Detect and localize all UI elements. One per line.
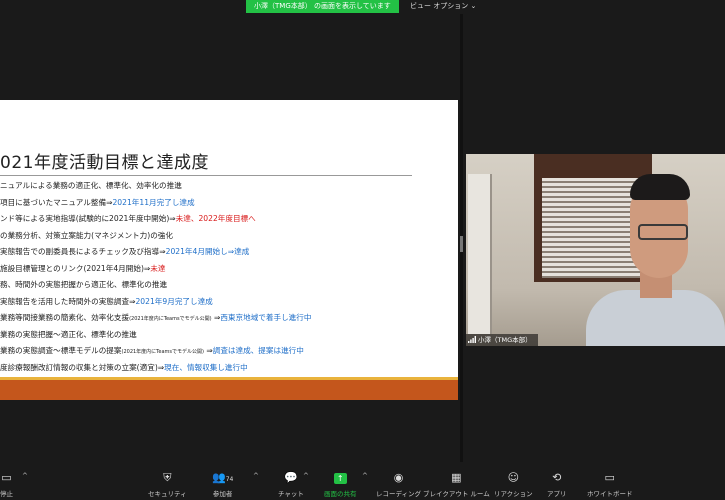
chat-button[interactable]: 💬 チャット [278,471,304,499]
meeting-toolbar: ▭ 停止 ^ ⛨ セキュリティ 👥74 参加者 ^ 💬 チャット ^ ↑ 画面の… [0,462,725,500]
participants-label: 参加者 [212,490,233,498]
participants-count: 74 [225,476,234,483]
slide-line-segment: 西東京地域で着手し進行中 [220,313,312,322]
breakout-rooms-button[interactable]: ▦ ブレイクアウト ルーム [423,471,490,499]
slide-line-segment: 2021年9月完了し達成 [135,296,213,306]
participants-options-chevron-icon[interactable]: ^ [253,472,259,480]
slide-title: 021年度活動目標と達成度 [0,153,209,173]
slide-line-segment: (2021年度内にTeamsでモデル公開) [129,316,212,322]
slide-line-segment: ⇒ [203,346,213,355]
meeting-top-bar: 小澤（TMG本部） の画面を表示しています ビュー オプション ⌄ [0,0,725,14]
participant-video-tile[interactable]: 小澤（TMG本部） [466,154,725,346]
slide-line: 実態報告を活用した時間外の実態調査⇒2021年9月完了し達成 [0,294,450,311]
slide-line-segment: 2021年4月開始し⇒達成 [165,247,250,256]
slide-line-segment: の業務分析、対策立案能力(マネジメント力)の強化 [0,230,173,240]
stop-video-label: 停止 [0,490,13,498]
slide-line-segment: 務、時間外の実態把握から適正化、標準化の推進 [0,280,168,289]
record-label: レコーディング [376,490,422,498]
smiley-icon: ☺ [507,471,520,484]
chat-options-chevron-icon[interactable]: ^ [303,472,309,480]
breakout-rooms-icon: ▦ [451,471,462,484]
participant-name-text: 小澤（TMG本部） [478,336,532,344]
share-options-chevron-icon[interactable]: ^ [362,472,368,480]
whiteboard-icon: ▭ [604,471,615,484]
video-participant-figure [586,172,725,346]
view-options-button[interactable]: ビュー オプション ⌄ [410,0,476,13]
video-options-chevron-icon[interactable]: ^ [22,472,28,480]
signal-strength-icon [468,336,476,343]
slide-line-segment: 業務の実態調査～標準モデルの提案 [0,346,122,355]
share-screen-label: 画面の共有 [324,490,357,498]
screen-share-banner: 小澤（TMG本部） の画面を表示しています [246,0,399,13]
participants-button[interactable]: 👥74 参加者 [212,471,234,499]
slide-line-segment: ニュアルによる業務の適正化、標準化、効率化の推進 [0,181,182,190]
shared-screen-slide: 021年度活動目標と達成度 ニュアルによる業務の適正化、標準化、効率化の推進 項目… [0,100,458,400]
video-door [468,174,492,334]
slide-line-segment: 度診療報酬改訂情報の収集と対策の立案(適宜)⇒ [0,362,165,372]
slide-line: 度診療報酬改訂情報の収集と対策の立案(適宜)⇒現在、情報収集し進行中 [0,360,450,377]
security-label: セキュリティ [148,490,187,498]
slide-line: 施設目標管理とのリンク(2021年4月開始)⇒未達 [0,261,450,278]
slide-line: 項目に基づいたマニュアル整備⇒2021年11月完了し達成 [0,195,450,212]
chat-label: チャット [278,490,304,498]
share-screen-icon: ↑ [324,472,357,485]
slide-line: 業務の実態調査～標準モデルの提案(2021年度内にTeamsでモデル公開) ⇒調… [0,343,450,360]
security-button[interactable]: ⛨ セキュリティ [148,471,187,499]
apps-label: アプリ [547,490,567,498]
slide-line-segment: 業務等間接業務の簡素化、効率化支援 [0,313,130,322]
record-icon: ◉ [393,471,404,484]
slide-line: ニュアルによる業務の適正化、標準化、効率化の推進 [0,178,450,195]
slide-line-segment: 実態報告を活用した時間外の実態調査⇒ [0,296,136,306]
slide-line-segment: ンド等による実地指導(試験的に2021年度中開始)⇒ [0,214,176,223]
video-camera-icon: ▭ [1,471,12,484]
chat-bubble-icon: 💬 [284,471,298,484]
stop-video-button[interactable]: ▭ 停止 [0,471,13,499]
participants-icon: 👥74 [212,471,234,484]
participant-name-label: 小澤（TMG本部） [466,334,538,346]
shield-icon: ⛨ [163,471,172,484]
reactions-label: リアクション [494,490,533,498]
slide-body: ニュアルによる業務の適正化、標準化、効率化の推進 項目に基づいたマニュアル整備⇒2… [0,178,450,376]
record-button[interactable]: ◉ レコーディング [376,471,422,499]
slide-line-segment: 項目に基づいたマニュアル整備⇒ [0,197,113,207]
slide-line-segment: 未達、2022年度目標へ [175,214,256,223]
splitter-handle[interactable] [460,236,463,252]
share-screen-button[interactable]: ↑ 画面の共有 [324,472,357,498]
slide-line-segment: 未達 [150,263,166,273]
slide-footer-bar [0,380,458,400]
slide-line-segment: ⇒ [211,313,221,322]
slide-line: ンド等による実地指導(試験的に2021年度中開始)⇒未達、2022年度目標へ [0,211,450,228]
slide-line: 実態報告での副委員長によるチェック及び指導⇒2021年4月開始し⇒達成 [0,244,450,261]
slide-line: 務、時間外の実態把握から適正化、標準化の推進 [0,277,450,294]
slide-line: 業務等間接業務の簡素化、効率化支援(2021年度内にTeamsでモデル公開) ⇒… [0,310,450,327]
slide-line: 業務の実態把握～適正化、標準化の推進 [0,327,450,344]
apps-button[interactable]: ⟲ アプリ [547,471,567,499]
slide-line-segment: 施設目標管理とのリンク(2021年4月開始)⇒ [0,263,151,273]
whiteboard-button[interactable]: ▭ ホワイトボード [587,471,633,499]
slide-line: の業務分析、対策立案能力(マネジメント力)の強化 [0,228,450,245]
reactions-button[interactable]: ☺ リアクション [494,471,533,499]
slide-title-divider [0,175,412,176]
slide-line-segment: 実態報告での副委員長によるチェック及び指導⇒ [0,247,166,256]
slide-line-segment: (2021年度内にTeamsでモデル公開) [121,349,204,355]
breakout-rooms-label: ブレイクアウト ルーム [423,490,490,498]
slide-line-segment: 2021年11月完了し達成 [112,197,195,207]
whiteboard-label: ホワイトボード [587,490,633,498]
slide-line-segment: 業務の実態把握～適正化、標準化の推進 [0,329,137,339]
apps-icon: ⟲ [552,471,562,484]
slide-line-segment: 調査は達成、提案は進行中 [212,346,304,355]
slide-line-segment: 現在、情報収集し進行中 [164,362,248,372]
